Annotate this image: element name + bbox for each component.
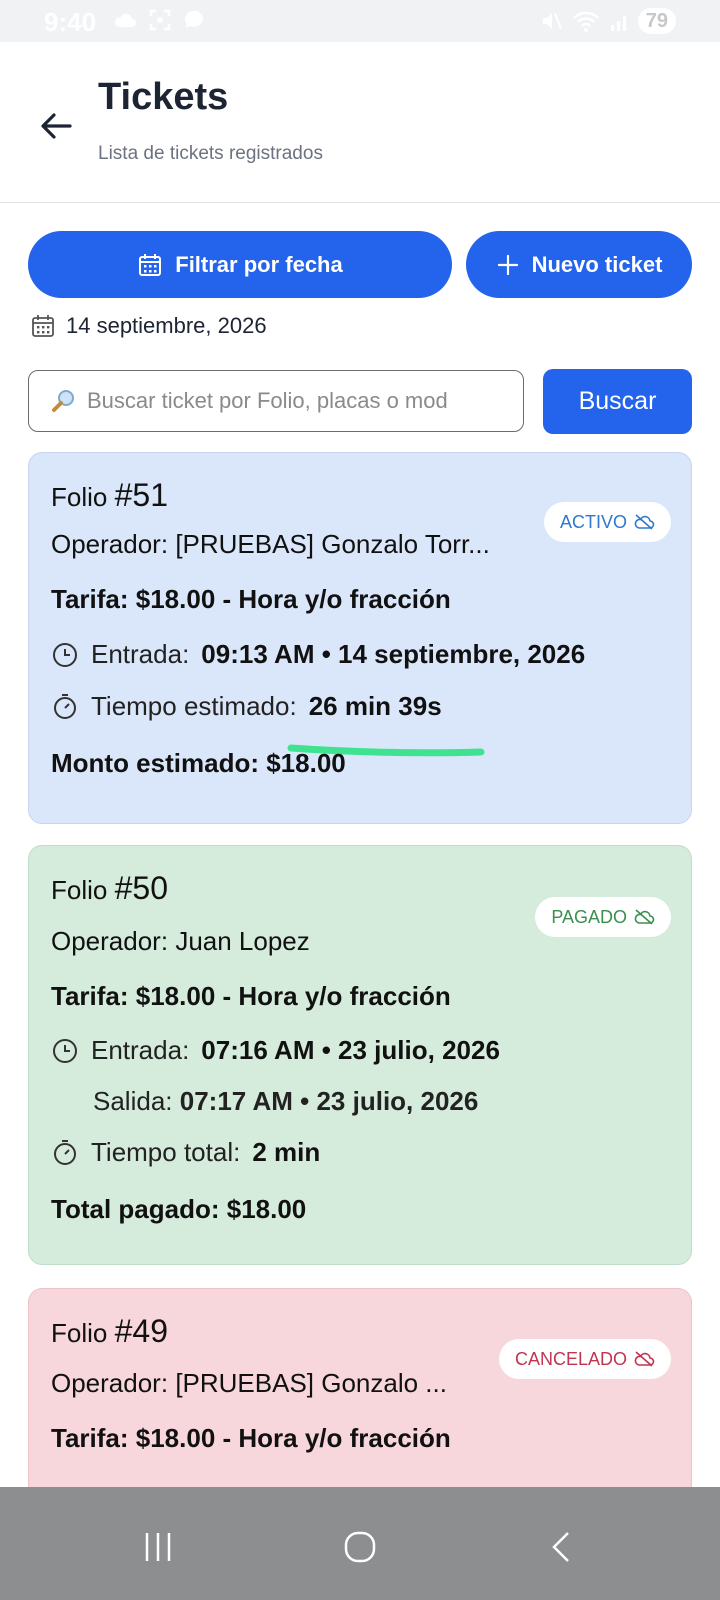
- timer-icon: [54, 693, 76, 719]
- status-time: 9:40: [44, 7, 97, 37]
- status-badge: CANCELADO: [498, 1339, 671, 1379]
- back-nav-icon[interactable]: [542, 1527, 582, 1567]
- ticket-card[interactable]: Folio #49 CANCELADO Operador: [PRUEBAS] …: [28, 1288, 692, 1488]
- timer-icon: [54, 1139, 76, 1165]
- home-icon[interactable]: [340, 1527, 380, 1567]
- search-button[interactable]: Buscar: [543, 369, 692, 434]
- cloud-off-icon: [634, 909, 655, 925]
- plus-icon: [497, 254, 518, 275]
- ticket-folio-number: #49: [114, 1313, 168, 1349]
- ticket-folio-number: #51: [114, 477, 168, 513]
- wifi-icon: [572, 11, 599, 32]
- ticket-total-paid: Total pagado: $18.00: [51, 1194, 307, 1224]
- ticket-rate: Tarifa: $18.00 - Hora y/o fracción: [51, 981, 451, 1011]
- ticket-total-time: Tiempo total: 2 min: [51, 1137, 320, 1168]
- screenshot-icon: [149, 9, 171, 31]
- status-badge: ACTIVO: [543, 502, 671, 542]
- ticket-folio: Folio #51: [51, 477, 168, 513]
- cloud-icon: [114, 13, 136, 27]
- ticket-card[interactable]: Folio #50 PAGADO Operador: Juan Lopez Ta…: [28, 845, 692, 1265]
- new-ticket-button[interactable]: Nuevo ticket: [466, 231, 692, 298]
- ticket-folio-number: #50: [114, 870, 168, 906]
- cloud-off-icon: [634, 514, 655, 530]
- ticket-folio: Folio #49: [51, 1313, 168, 1349]
- recent-apps-icon[interactable]: [138, 1527, 178, 1567]
- page-title: Tickets: [98, 76, 229, 118]
- header: Tickets Lista de tickets registrados: [0, 42, 720, 203]
- ticket-operator: Operador: Juan Lopez: [51, 926, 310, 956]
- ticket-entry: Entrada: 09:13 AM • 14 septiembre, 2026: [51, 639, 585, 670]
- filter-by-date-button[interactable]: Filtrar por fecha: [28, 231, 452, 298]
- new-ticket-label: Nuevo ticket: [531, 251, 663, 277]
- ticket-operator: Operador: [PRUEBAS] Gonzalo ...: [51, 1368, 447, 1398]
- selected-date-text: 14 septiembre, 2026: [66, 313, 267, 338]
- clock-icon: [53, 1038, 77, 1063]
- filter-button-label: Filtrar por fecha: [175, 251, 343, 277]
- system-navigation-bar: [0, 1487, 720, 1600]
- status-badge: PAGADO: [535, 897, 671, 937]
- search-input[interactable]: [85, 387, 509, 415]
- calendar-icon: [32, 315, 54, 337]
- ticket-folio: Folio #50: [51, 870, 168, 906]
- ticket-elapsed: Tiempo estimado: 26 min 39s: [51, 691, 442, 722]
- ticket-operator: Operador: [PRUEBAS] Gonzalo Torr...: [51, 529, 490, 559]
- ticket-card[interactable]: Folio #51 ACTIVO Operador: [PRUEBAS] Gon…: [28, 452, 692, 824]
- status-bar: 9:40 79: [0, 0, 720, 42]
- selected-date: 14 septiembre, 2026: [30, 313, 267, 339]
- mute-icon: [542, 12, 562, 30]
- page-subtitle: Lista de tickets registrados: [98, 143, 323, 164]
- ticket-exit: Salida: 07:17 AM • 23 julio, 2026: [93, 1086, 479, 1116]
- signal-icon: [610, 16, 626, 31]
- ticket-entry: Entrada: 07:16 AM • 23 julio, 2026: [51, 1035, 500, 1066]
- calendar-icon: [139, 253, 162, 276]
- cloud-off-icon: [634, 1351, 655, 1367]
- magnifier-icon: [52, 390, 74, 412]
- clock-icon: [53, 642, 77, 667]
- ticket-rate: Tarifa: $18.00 - Hora y/o fracción: [51, 584, 451, 614]
- ticket-estimated-amount: Monto estimado: $18.00: [51, 748, 346, 778]
- battery-indicator: 79: [637, 8, 676, 34]
- search-box: [28, 370, 524, 432]
- ticket-rate: Tarifa: $18.00 - Hora y/o fracción: [51, 1423, 451, 1453]
- chat-icon: [184, 10, 203, 29]
- arrow-left-icon[interactable]: [36, 106, 76, 146]
